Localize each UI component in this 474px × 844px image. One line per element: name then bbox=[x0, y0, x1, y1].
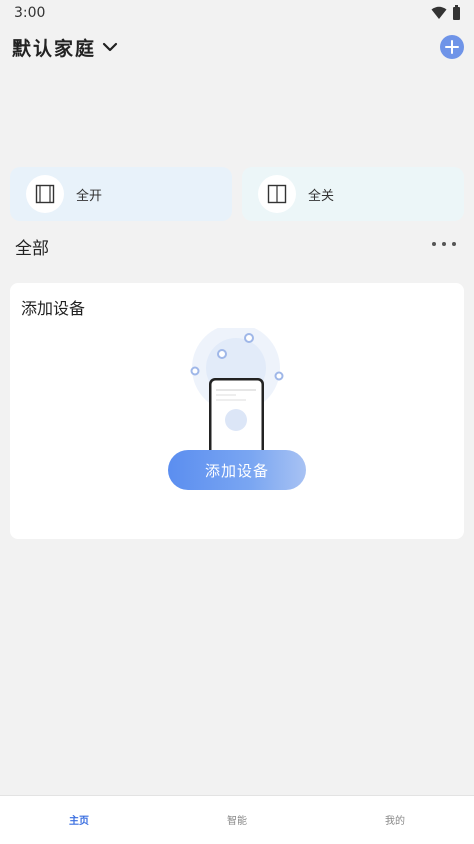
scene-all-open[interactable]: 全开 bbox=[10, 167, 232, 221]
status-icons bbox=[431, 4, 460, 20]
add-device-illustration bbox=[190, 328, 284, 453]
tab-label: 智能 bbox=[227, 815, 247, 827]
scene-row: 全开 全关 bbox=[10, 167, 464, 221]
status-time: 3:00 bbox=[14, 5, 46, 21]
curtain-closed-icon bbox=[267, 184, 287, 204]
scene-label: 全关 bbox=[308, 188, 335, 204]
curtain-open-icon bbox=[35, 184, 55, 204]
home-selector[interactable]: 默认家庭 bbox=[12, 34, 118, 61]
tab-bar: 主页 智能 我的 bbox=[0, 795, 474, 844]
more-options-icon[interactable] bbox=[432, 236, 456, 252]
scene-icon-wrap bbox=[26, 175, 64, 213]
device-card: 添加设备 添加设备 bbox=[10, 283, 464, 539]
scene-label: 全开 bbox=[76, 188, 103, 204]
tab-label: 主页 bbox=[69, 815, 89, 827]
home-title: 默认家庭 bbox=[12, 37, 97, 60]
battery-icon bbox=[453, 4, 460, 20]
status-bar: 3:00 bbox=[0, 0, 474, 26]
tab-mine[interactable]: 我的 bbox=[316, 796, 474, 844]
chevron-down-icon bbox=[102, 42, 118, 52]
tab-label: 我的 bbox=[385, 815, 405, 827]
section-title: 全部 bbox=[15, 239, 49, 259]
device-card-title: 添加设备 bbox=[21, 299, 86, 318]
wifi-icon bbox=[431, 6, 447, 19]
plus-icon bbox=[445, 40, 459, 54]
scene-all-close[interactable]: 全关 bbox=[242, 167, 464, 221]
tab-home[interactable]: 主页 bbox=[0, 796, 158, 844]
tab-smart[interactable]: 智能 bbox=[158, 796, 316, 844]
scene-icon-wrap bbox=[258, 175, 296, 213]
add-device-button[interactable]: 添加设备 bbox=[168, 450, 306, 490]
add-button[interactable] bbox=[440, 35, 464, 59]
header: 默认家庭 bbox=[12, 32, 464, 62]
